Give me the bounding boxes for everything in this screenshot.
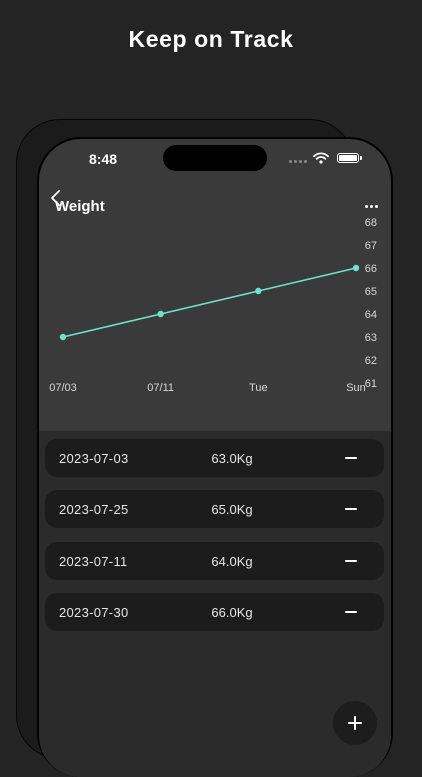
phone-frame: 8:48 68 67 66 65 64 63 62 61 07/03 07/11 Tue Sun We…	[37, 137, 393, 777]
record-row: 2023-07-25 65.0Kg	[45, 490, 384, 528]
delete-record-button[interactable]	[341, 551, 361, 571]
plus-icon	[348, 716, 362, 730]
y-tick-label: 65	[365, 286, 377, 298]
page-title: Weight	[55, 198, 105, 215]
series-line	[62, 267, 357, 338]
record-weight: 66.0Kg	[211, 605, 253, 620]
data-point	[157, 310, 164, 318]
x-tick-label: Sun	[346, 382, 366, 394]
minus-icon	[345, 611, 357, 613]
weight-chart: 68 67 66 65 64 63 62 61 07/03 07/11 Tue Sun	[49, 217, 377, 394]
delete-record-button[interactable]	[341, 448, 361, 468]
minus-icon	[345, 457, 357, 459]
y-tick-label: 64	[365, 309, 377, 321]
y-tick-label: 61	[365, 378, 377, 390]
data-point	[255, 287, 262, 295]
x-tick-label: Tue	[249, 382, 268, 394]
add-record-button[interactable]	[333, 701, 377, 745]
y-tick-label: 62	[365, 355, 377, 367]
record-weight: 63.0Kg	[211, 451, 253, 466]
more-options-icon[interactable]	[365, 205, 381, 209]
y-tick-label: 66	[365, 263, 377, 275]
delete-record-button[interactable]	[341, 499, 361, 519]
record-date: 2023-07-11	[59, 554, 128, 569]
y-tick-label: 63	[365, 332, 377, 344]
record-date: 2023-07-03	[59, 451, 129, 466]
record-row: 2023-07-11 64.0Kg	[45, 542, 384, 580]
record-date: 2023-07-30	[59, 605, 129, 620]
record-row: 2023-07-30 66.0Kg	[45, 593, 384, 631]
record-weight: 64.0Kg	[211, 554, 253, 569]
minus-icon	[345, 508, 357, 510]
record-row: 2023-07-03 63.0Kg	[45, 439, 384, 477]
x-tick-label: 07/11	[147, 382, 174, 394]
y-tick-label: 68	[365, 217, 377, 229]
minus-icon	[345, 560, 357, 562]
phone-screen: 8:48 68 67 66 65 64 63 62 61 07/03 07/11 Tue Sun We…	[39, 139, 391, 777]
record-weight: 65.0Kg	[211, 502, 253, 517]
record-date: 2023-07-25	[59, 502, 129, 517]
x-tick-label: 07/03	[49, 382, 77, 394]
delete-record-button[interactable]	[341, 602, 361, 622]
data-point	[59, 333, 67, 341]
data-point	[352, 264, 360, 272]
promo-headline: Keep on Track	[128, 26, 294, 52]
y-tick-label: 67	[365, 240, 377, 252]
